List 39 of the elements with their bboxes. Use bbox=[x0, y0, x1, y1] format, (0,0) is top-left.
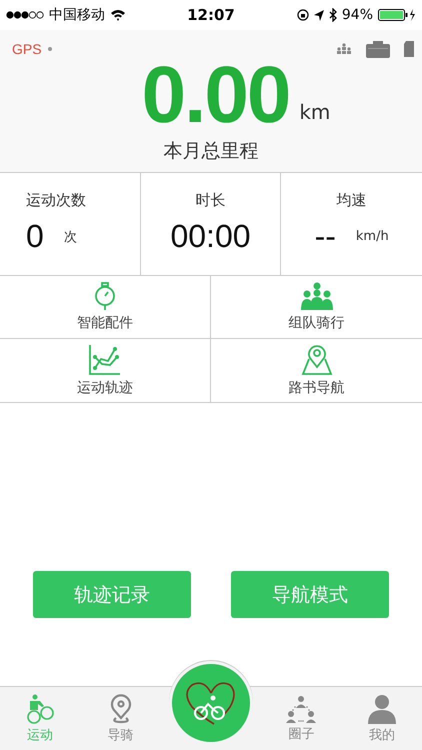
rotation-lock-icon bbox=[296, 9, 309, 21]
location-arrow-icon bbox=[314, 10, 324, 20]
gps-label: GPS bbox=[12, 41, 42, 57]
group-icon[interactable] bbox=[336, 43, 352, 55]
stat-value: -- bbox=[314, 218, 336, 255]
stopwatch-icon bbox=[93, 282, 117, 310]
stat-value: 0 bbox=[26, 218, 44, 255]
wifi-icon bbox=[110, 9, 126, 21]
mode-button[interactable]: 导航模式 bbox=[231, 571, 389, 618]
battery-percent: 94% bbox=[342, 7, 373, 23]
map-pin-icon bbox=[300, 344, 332, 374]
battery-icon bbox=[378, 8, 416, 22]
tab-item[interactable]: 运动 bbox=[10, 694, 70, 744]
bluetooth-icon bbox=[328, 8, 337, 22]
clock-time: 12:07 bbox=[187, 6, 235, 24]
carrier-name: 中国移动 bbox=[49, 6, 105, 24]
tab-item[interactable]: 导骑 bbox=[90, 694, 151, 744]
location-pin-icon bbox=[108, 694, 133, 724]
mode-button[interactable]: 轨迹记录 bbox=[33, 571, 191, 618]
stat-unit: km/h bbox=[356, 229, 389, 244]
line-chart-icon bbox=[89, 344, 121, 374]
group-icon bbox=[300, 282, 332, 310]
distance-caption: 本月总里程 bbox=[164, 139, 258, 164]
stat-label: 时长 bbox=[195, 191, 226, 210]
stat-unit: 次 bbox=[64, 228, 77, 246]
person-icon bbox=[368, 694, 396, 724]
total-distance: 0.00 bbox=[142, 54, 290, 136]
signal-icon bbox=[6, 11, 44, 19]
stat-label: 均速 bbox=[336, 191, 367, 210]
social-circle-icon bbox=[286, 694, 316, 722]
tab-item[interactable]: 圈子 bbox=[271, 694, 332, 742]
gps-dot-icon bbox=[48, 47, 52, 51]
cyclist-icon bbox=[26, 694, 54, 724]
stat-label: 运动次数 bbox=[26, 191, 87, 210]
tab-item[interactable]: 我的 bbox=[352, 694, 412, 744]
feature-item[interactable]: 智能配件 bbox=[0, 276, 211, 339]
heart-cyclist-icon bbox=[184, 681, 238, 725]
distance-unit: km bbox=[299, 100, 330, 124]
stat-value: 00:00 bbox=[170, 218, 251, 255]
